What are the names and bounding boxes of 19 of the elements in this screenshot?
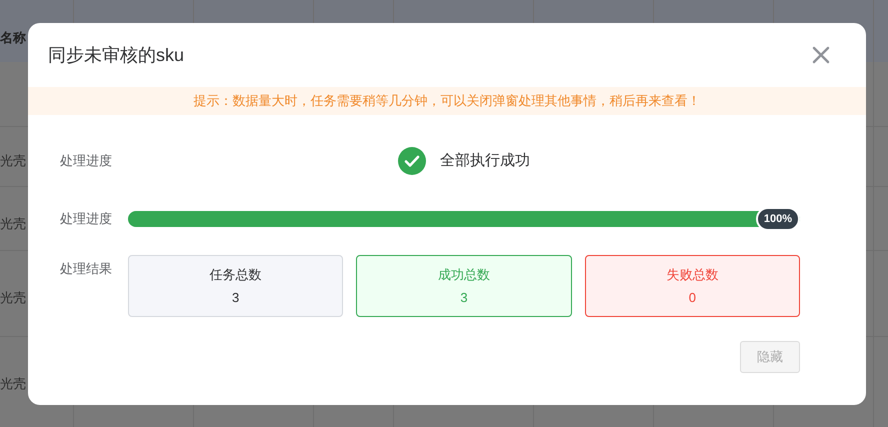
- card-value: 3: [460, 289, 468, 307]
- progress-badge: 100%: [756, 207, 800, 231]
- card-title: 失败总数: [666, 266, 718, 284]
- table-cell-text: 光壳: [0, 375, 26, 393]
- close-icon[interactable]: [812, 46, 830, 64]
- table-cell-text: 光壳: [0, 152, 26, 170]
- card-title: 任务总数: [210, 266, 262, 284]
- table-cell-text: 光壳: [0, 215, 26, 233]
- card-title: 成功总数: [438, 266, 490, 284]
- status-text: 全部执行成功: [440, 150, 530, 171]
- card-value: 3: [232, 289, 240, 307]
- field-label: 处理结果: [60, 260, 113, 278]
- field-label: 处理进度: [60, 210, 113, 228]
- card-value: 0: [688, 289, 696, 307]
- notice-text: 提示：数据量大时，任务需要稍等几分钟，可以关闭弹窗处理其他事情，稍后再来查看！: [194, 92, 700, 110]
- field-label: 处理进度: [60, 152, 113, 170]
- table-cell-text: 光壳: [0, 289, 26, 307]
- dialog-title: 同步未审核的sku: [48, 44, 184, 66]
- column-header: 名称: [0, 29, 26, 47]
